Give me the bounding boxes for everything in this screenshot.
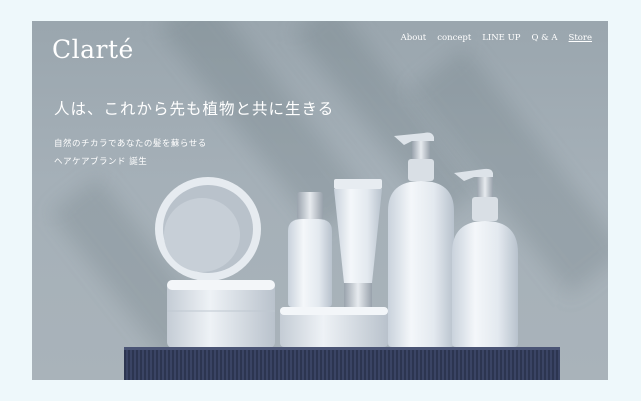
small-bottle — [288, 192, 332, 307]
display-pedestal — [124, 347, 560, 380]
tube — [334, 179, 382, 308]
jar-lid — [155, 177, 261, 281]
large-pump-bottle — [388, 132, 454, 347]
medium-pump-bottle — [452, 168, 518, 347]
product-illustration — [155, 132, 518, 348]
cream-jar — [167, 280, 275, 348]
small-jar — [280, 307, 388, 347]
hero-section: Clarté About concept LINE UP Q & A Store… — [32, 21, 608, 380]
